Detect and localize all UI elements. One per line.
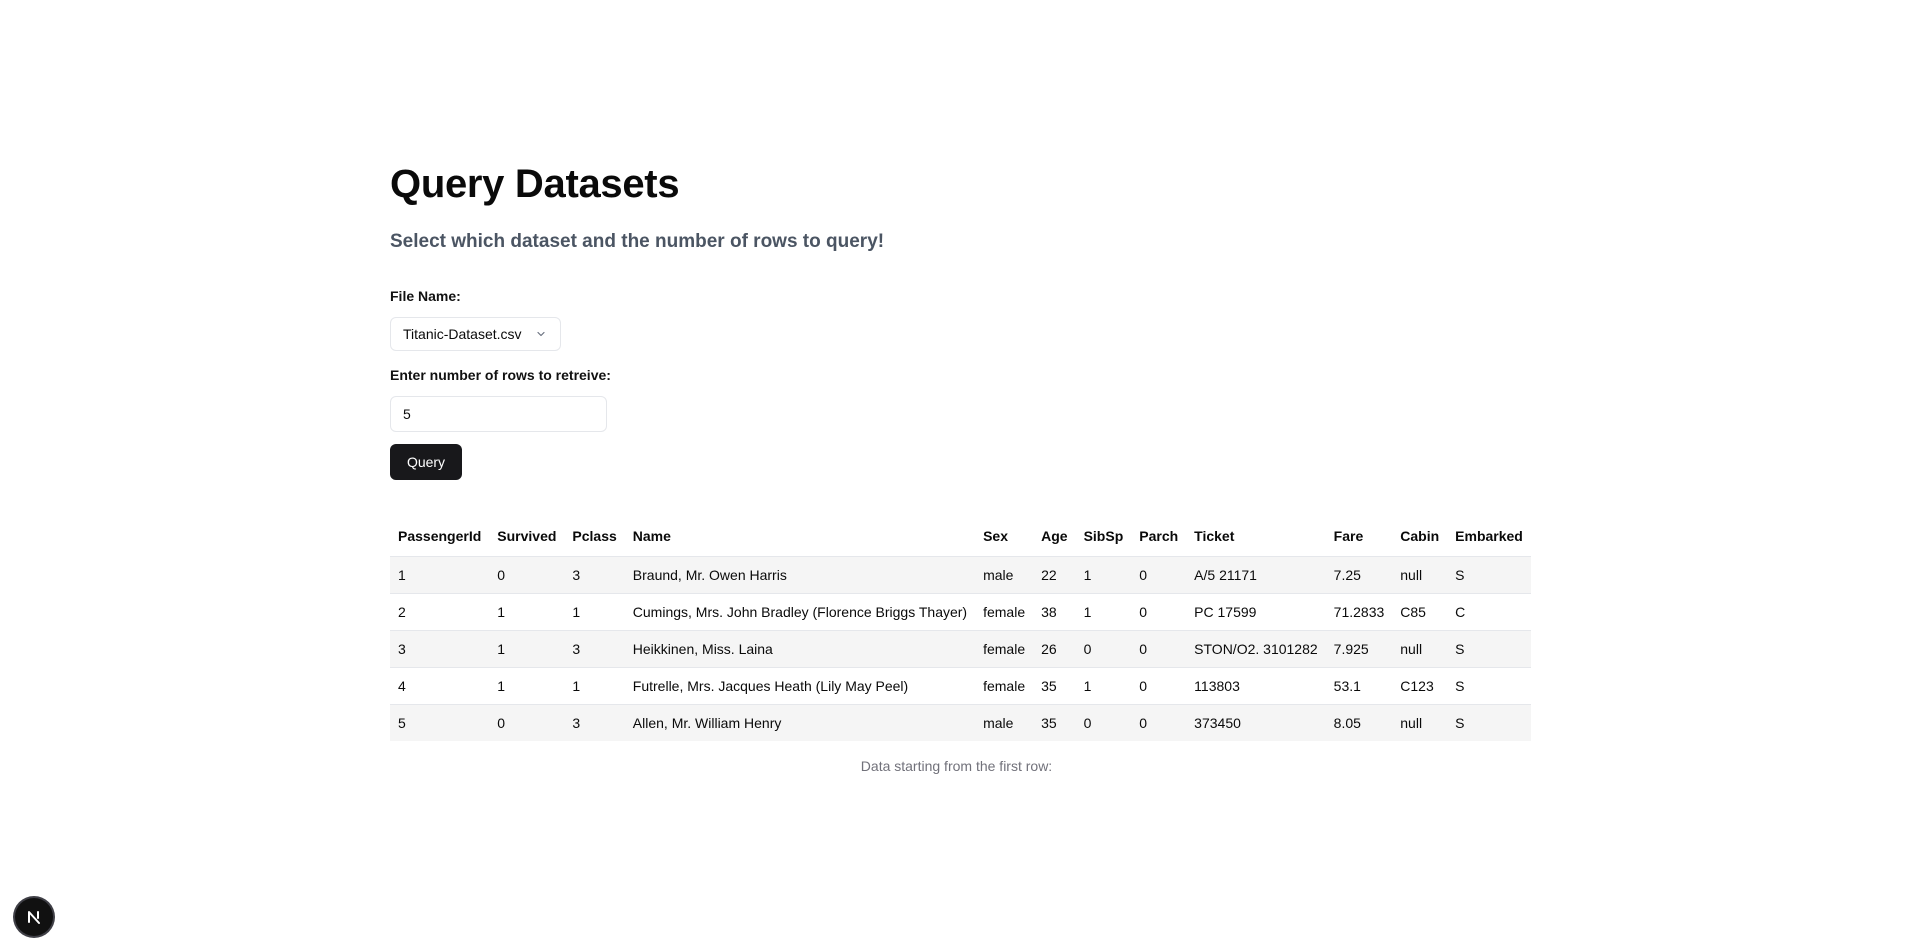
table-row: 2 1 1 Cumings, Mrs. John Bradley (Florence …	[390, 593, 1531, 631]
table-cell: Futrelle, Mrs. Jacques Heath (Lily May P…	[624, 667, 976, 705]
table-row: 1 0 3 Braund, Mr. Owen Harris male 22 1 0 A/5 21…	[390, 556, 1531, 594]
table-cell: S	[1447, 667, 1531, 705]
table-cell: 0	[1131, 593, 1187, 631]
column-header: Age	[1033, 516, 1076, 557]
nextjs-logo-icon[interactable]	[15, 898, 53, 936]
file-name-label: File Name:	[390, 288, 461, 304]
table-cell: 38	[1033, 593, 1076, 631]
column-header: Survived	[489, 516, 565, 557]
table-cell: male	[975, 704, 1034, 741]
table-cell: 373450	[1186, 704, 1326, 741]
table-cell: C	[1447, 593, 1531, 631]
table-cell: 0	[489, 704, 565, 741]
column-header: SibSp	[1075, 516, 1132, 557]
table-caption: Data starting from the first row:	[860, 758, 1053, 774]
file-select-value: Titanic-Dataset.csv	[403, 326, 522, 342]
table-cell: null	[1392, 704, 1448, 741]
table-row: 3 1 3 Heikkinen, Miss. Laina female 26 0 0 STON/…	[390, 630, 1531, 668]
table-cell: male	[975, 556, 1034, 594]
table-cell: 0	[1075, 630, 1132, 668]
column-header: Pclass	[564, 516, 625, 557]
main-content: Query Datasets Select which dataset and …	[390, 160, 1531, 774]
table-cell: 3	[564, 704, 625, 741]
table-cell: 35	[1033, 667, 1076, 705]
table-row: 4 1 1 Futrelle, Mrs. Jacques Heath (Lily Ma…	[390, 667, 1531, 705]
page: Query Datasets Select which dataset and …	[0, 0, 1912, 941]
rows-label: Enter number of rows to retreive:	[390, 367, 611, 383]
table-cell: 35	[1033, 704, 1076, 741]
table-cell: 1	[489, 667, 565, 705]
table-cell: 3	[564, 556, 625, 594]
table-cell: S	[1447, 556, 1531, 594]
table-cell: 8.05	[1325, 704, 1393, 741]
table-cell: 7.925	[1325, 630, 1393, 668]
column-header: Cabin	[1392, 516, 1448, 557]
rows-input[interactable]	[390, 396, 607, 432]
table-cell: 71.2833	[1325, 593, 1393, 631]
table-cell: 1	[564, 593, 625, 631]
page-title: Query Datasets	[390, 162, 680, 206]
column-header: Embarked	[1447, 516, 1531, 557]
page-subtitle: Select which dataset and the number of r…	[390, 231, 885, 252]
table-cell: 0	[1131, 556, 1187, 594]
file-select[interactable]: Titanic-Dataset.csv	[390, 317, 561, 351]
table-row: 5 0 3 Allen, Mr. William Henry male 35 0 0 37345…	[390, 704, 1531, 741]
table-cell: 3	[564, 630, 625, 668]
query-button[interactable]: Query	[390, 444, 462, 480]
table-cell: 2	[390, 593, 490, 631]
table-cell: female	[975, 593, 1034, 631]
table-cell: 0	[1131, 667, 1187, 705]
table-cell: STON/O2. 3101282	[1186, 630, 1326, 668]
table-cell: 4	[390, 667, 490, 705]
results-table: PassengerId Survived Pclass Name Sex Age SibSp…	[390, 516, 1531, 741]
table-cell: 1	[1075, 593, 1132, 631]
table-cell: C85	[1392, 593, 1448, 631]
table-cell: Braund, Mr. Owen Harris	[624, 556, 976, 594]
table-cell: PC 17599	[1186, 593, 1326, 631]
column-header: Name	[624, 516, 976, 557]
table-cell: 7.25	[1325, 556, 1393, 594]
table-cell: null	[1392, 556, 1448, 594]
chevron-down-icon	[534, 327, 548, 341]
table-cell: Cumings, Mrs. John Bradley (Florence Bri…	[624, 593, 976, 631]
table-cell: 1	[489, 593, 565, 631]
table-cell: 3	[390, 630, 490, 668]
table-cell: 5	[390, 704, 490, 741]
table-cell: 0	[1075, 704, 1132, 741]
column-header: Parch	[1131, 516, 1187, 557]
table-cell: 1	[1075, 667, 1132, 705]
column-header: Ticket	[1186, 516, 1326, 557]
table-cell: 113803	[1186, 667, 1326, 705]
table-cell: 0	[489, 556, 565, 594]
column-header: PassengerId	[390, 516, 490, 557]
table-cell: female	[975, 667, 1034, 705]
table-cell: 53.1	[1325, 667, 1393, 705]
table-cell: C123	[1392, 667, 1448, 705]
table-cell: female	[975, 630, 1034, 668]
table-cell: S	[1447, 704, 1531, 741]
table-cell: 1	[489, 630, 565, 668]
table-header-row: PassengerId Survived Pclass Name Sex Age SibSp…	[390, 516, 1531, 557]
table-cell: 1	[564, 667, 625, 705]
table-cell: null	[1392, 630, 1448, 668]
table-cell: 0	[1131, 704, 1187, 741]
table-cell: A/5 21171	[1186, 556, 1326, 594]
table-cell: S	[1447, 630, 1531, 668]
table-cell: 1	[1075, 556, 1132, 594]
table-cell: 26	[1033, 630, 1076, 668]
table-cell: Heikkinen, Miss. Laina	[624, 630, 976, 668]
table-cell: Allen, Mr. William Henry	[624, 704, 976, 741]
table-cell: 22	[1033, 556, 1076, 594]
column-header: Fare	[1325, 516, 1393, 557]
table-cell: 0	[1131, 630, 1187, 668]
table-body: 1 0 3 Braund, Mr. Owen Harris male 22 1 0 A/5 21…	[390, 556, 1531, 741]
table-cell: 1	[390, 556, 490, 594]
column-header: Sex	[975, 516, 1034, 557]
